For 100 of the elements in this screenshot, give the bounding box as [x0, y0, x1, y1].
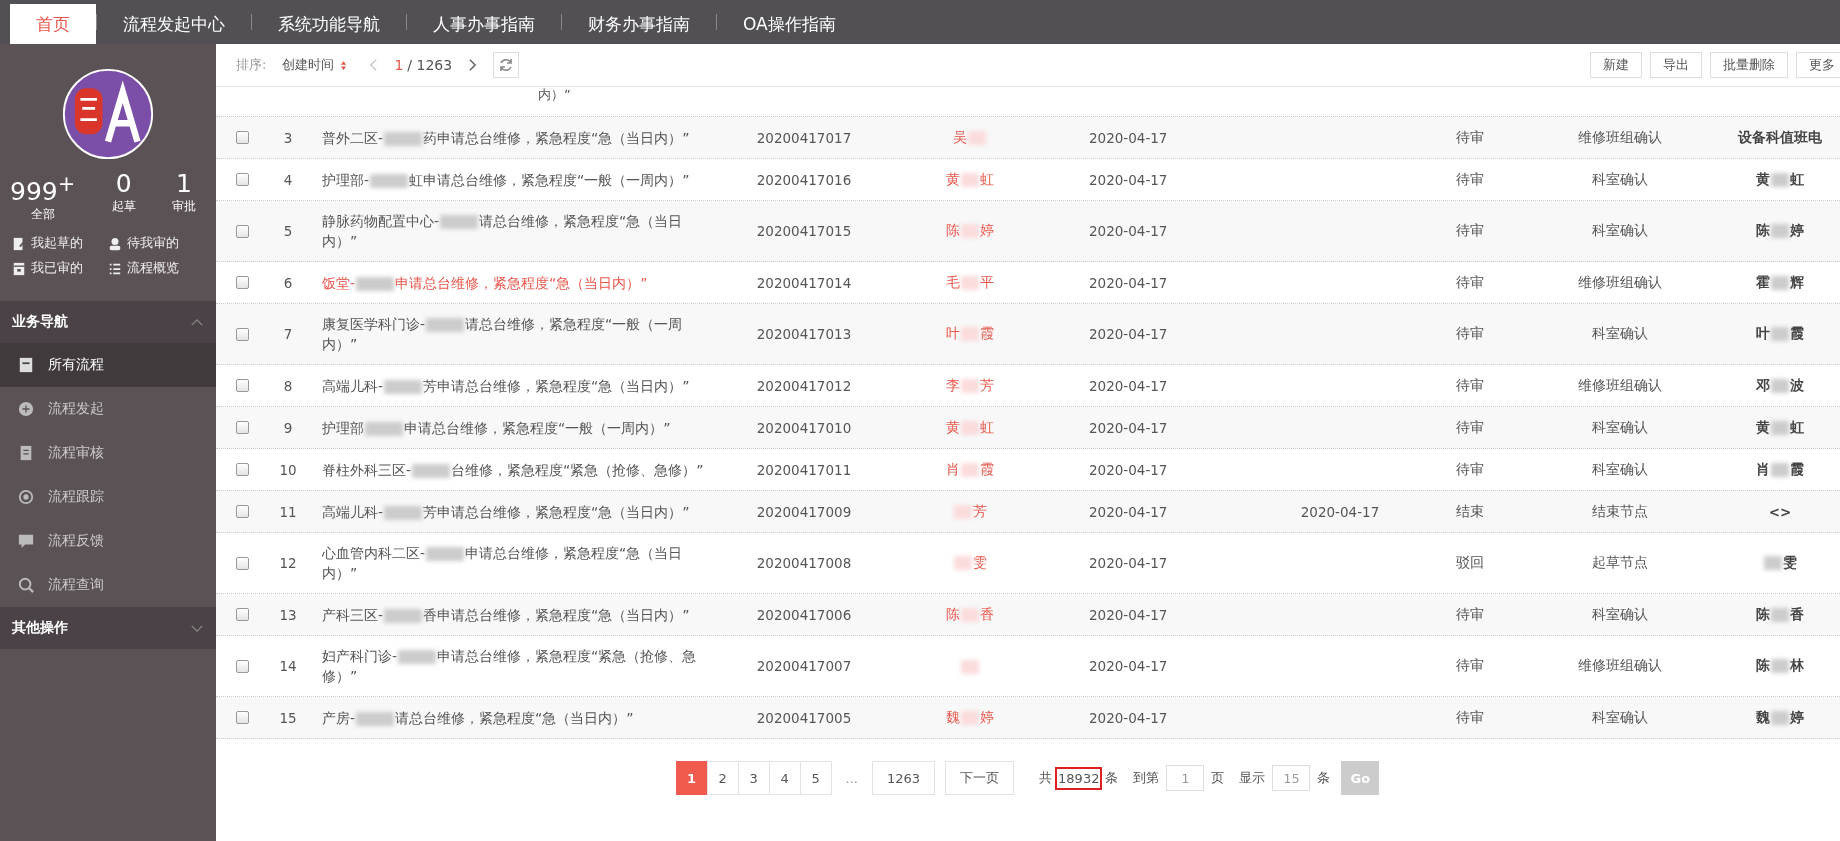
table-cell[interactable]: 普外二区- 药申请总台维修，紧急程度“急（当日内）” — [322, 127, 690, 148]
table-cell[interactable]: 静脉药物配置中心- 请总台维修，紧急程度“急（当日内）” — [322, 211, 708, 251]
table-cell: 毛 平 — [946, 273, 994, 292]
table-cell[interactable]: 高端儿科- 芳申请总台维修，紧急程度“急（当日内）” — [322, 501, 690, 522]
table-cell: 15 — [279, 709, 297, 726]
section-header[interactable]: 其他操作 — [0, 607, 216, 650]
nav-tab[interactable]: 财务办事指南 — [562, 4, 716, 44]
row-checkbox[interactable] — [235, 131, 249, 144]
stat-label: 全部 — [30, 206, 55, 224]
row-checkbox[interactable] — [235, 463, 249, 476]
table-cell[interactable]: 产房- 请总台维修，紧急程度“急（当日内）” — [322, 707, 634, 728]
stat-count: 1 — [176, 170, 192, 198]
table-cell: 20200417011 — [756, 461, 852, 478]
table-cell: 20200417008 — [756, 555, 852, 571]
nav-item[interactable]: 流程发起 — [0, 387, 216, 432]
quick-link[interactable]: 流程概览 — [108, 260, 204, 278]
search-icon — [18, 577, 34, 594]
row-checkbox[interactable] — [235, 556, 249, 570]
table-cell: 8 — [283, 377, 293, 394]
quick-link[interactable]: 我已审的 — [12, 260, 108, 278]
table-cell[interactable]: 康复医学科门诊- 请总台维修，紧急程度“一般（一周内）” — [322, 314, 708, 354]
table-cell: 2020-04-17 — [1089, 223, 1168, 239]
nav-item[interactable]: 流程查询 — [0, 563, 216, 608]
table-cell: 14 — [279, 658, 297, 674]
toolbar-button[interactable]: 更多 — [1796, 52, 1840, 78]
row-checkbox[interactable] — [235, 276, 249, 289]
section-header[interactable]: 业务导航 — [0, 301, 216, 344]
page-button[interactable]: 1263 — [871, 761, 936, 795]
table-cell: 结束节点 — [1592, 502, 1648, 521]
row-checkbox[interactable] — [235, 173, 249, 186]
table-cell: 起草节点 — [1592, 554, 1648, 572]
table-cell: 9 — [283, 419, 293, 436]
table-cell[interactable]: 产科三区- 香申请总台维修，紧急程度“急（当日内）” — [322, 604, 690, 625]
toolbar-button[interactable]: 导出 — [1650, 52, 1702, 78]
table-cell: 2020-04-17 — [1089, 377, 1168, 394]
row-checkbox[interactable] — [235, 505, 249, 518]
table-cell: 13 — [279, 606, 297, 623]
table-cell: 12 — [279, 555, 297, 571]
refresh-button[interactable] — [493, 52, 520, 78]
table-cell: 魏 婷 — [946, 708, 994, 727]
toolbar-button[interactable]: 新建 — [1590, 52, 1642, 78]
table-cell: 7 — [283, 326, 293, 342]
table-cell: 设备科值班电 — [1738, 128, 1822, 147]
table-cell[interactable]: 心血管内科二区- 申请总台维修，紧急程度“急（当日内）” — [322, 543, 708, 583]
table-cell: 2020-04-17 — [1089, 171, 1168, 188]
nav-item[interactable]: 流程跟踪 — [0, 475, 216, 520]
table-cell: 雯 — [953, 554, 987, 572]
table-cell: 维修班组确认 — [1578, 128, 1662, 147]
table-cell: 20200417012 — [756, 377, 852, 394]
toolbar-button[interactable]: 批量删除 — [1710, 52, 1788, 78]
table-cell[interactable]: 脊柱外科三区- 台维修，紧急程度“紧急（抢修、急修）” — [322, 459, 704, 480]
target-icon — [18, 489, 34, 506]
page-size-unit: 条 — [1317, 769, 1331, 787]
quick-link[interactable]: 我起草的 — [12, 235, 108, 253]
next-page-button[interactable]: 下一页 — [945, 761, 1015, 795]
table-cell: 5 — [283, 223, 293, 239]
table-cell: 2020-04-17 — [1089, 419, 1168, 436]
row-checkbox[interactable] — [235, 224, 249, 238]
nav-tab[interactable]: OA操作指南 — [717, 4, 862, 44]
nav-tab[interactable]: 流程发起中心 — [97, 4, 251, 44]
table-cell: 2020-04-17 — [1089, 503, 1168, 520]
nav-item[interactable]: 流程反馈 — [0, 519, 216, 564]
table-cell: 维修班组确认 — [1578, 657, 1662, 675]
table-cell[interactable]: 妇产科门诊- 申请总台维修，紧急程度“紧急（抢修、急修）” — [322, 646, 708, 686]
table-cell[interactable]: 护理部- 虹申请总台维修，紧急程度“一般（一周内）” — [322, 169, 690, 190]
row-checkbox[interactable] — [235, 327, 249, 341]
table-cell: 魏 婷 — [1756, 708, 1804, 727]
stat-label: 审批 — [172, 198, 196, 215]
total-unit: 条 — [1105, 769, 1119, 787]
row-checkbox[interactable] — [235, 711, 249, 724]
nav-tab[interactable]: 人事办事指南 — [407, 4, 561, 44]
row-checkbox[interactable] — [235, 659, 249, 673]
table-cell: 20200417016 — [756, 171, 852, 188]
quick-link[interactable]: 待我审的 — [108, 235, 204, 253]
table-cell[interactable]: 护理部 申请总台维修，紧急程度“一般（一周内）” — [322, 417, 671, 438]
row-checkbox[interactable] — [235, 421, 249, 434]
table-cell: <> — [1768, 503, 1792, 520]
nav-item[interactable]: 所有流程 — [0, 343, 216, 388]
table-cell: 科室确认 — [1592, 222, 1648, 240]
page-size-label: 显示 — [1239, 769, 1266, 787]
stat-count: 0 — [115, 170, 132, 198]
table-cell: 2020-04-17 — [1089, 606, 1168, 623]
table-cell: 待审 — [1456, 605, 1484, 624]
nav-tab[interactable]: 系统功能导航 — [252, 4, 406, 44]
sort-dropdown[interactable]: 创建时间 — [276, 56, 354, 74]
table-cell[interactable]: 饭堂- 申请总台维修，紧急程度“急（当日内）” — [322, 272, 648, 293]
table-cell: 陈 婷 — [946, 222, 994, 240]
nav-tab[interactable]: 首页 — [10, 4, 96, 44]
row-checkbox[interactable] — [235, 379, 249, 392]
nav-item[interactable]: 流程审核 — [0, 431, 216, 476]
table-cell: 待审 — [1456, 325, 1484, 343]
page-button[interactable]: 3 — [737, 761, 770, 795]
page-button[interactable]: 5 — [799, 761, 832, 795]
page-button[interactable]: 2 — [706, 761, 739, 795]
row-checkbox[interactable] — [235, 608, 249, 621]
page-button[interactable]: 4 — [768, 761, 801, 795]
next-page-icon[interactable] — [468, 58, 478, 72]
table-cell: 叶 霞 — [946, 325, 994, 343]
table-cell: 6 — [283, 274, 293, 291]
table-cell[interactable]: 高端儿科- 芳申请总台维修，紧急程度“急（当日内）” — [322, 375, 690, 396]
